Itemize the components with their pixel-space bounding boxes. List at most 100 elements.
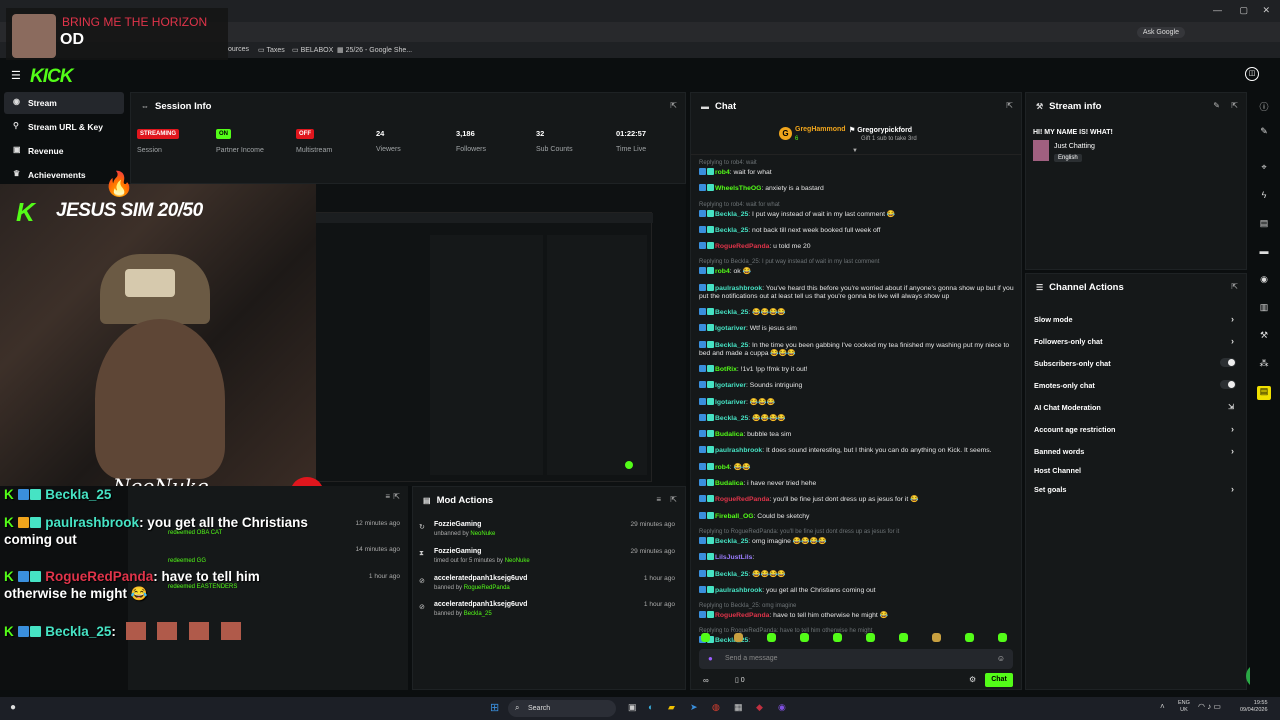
wifi-icon[interactable]: ◠ ♪ ▭ xyxy=(1198,702,1221,711)
chat-username[interactable]: Beckla_25 xyxy=(715,309,748,316)
action-set-goals[interactable]: Set goals › xyxy=(1034,484,1240,494)
folder-icon[interactable]: ▰ xyxy=(668,702,675,713)
emote-icon[interactable] xyxy=(965,633,974,642)
pencil-icon[interactable]: ✎ xyxy=(1257,126,1271,140)
chat-username[interactable]: Beckla_25 xyxy=(715,211,748,218)
menu-icon[interactable]: ☰ xyxy=(11,69,21,82)
chat-username[interactable]: Beckla_25 xyxy=(715,342,748,349)
chat-username[interactable]: WheelsTheOG xyxy=(715,185,761,192)
emote-icon[interactable] xyxy=(932,633,941,642)
chat-username[interactable]: Budalica xyxy=(715,431,743,438)
chat-username[interactable]: Beckla_25 xyxy=(715,415,748,422)
chat-username[interactable]: Igotariver xyxy=(715,399,746,406)
bookmark-item[interactable]: ▭ Taxes xyxy=(258,46,285,54)
chat-username[interactable]: BotRix xyxy=(715,366,737,373)
edit-icon[interactable]: ✎ xyxy=(1213,101,1220,110)
windows-start-icon[interactable]: ⊞ xyxy=(490,701,499,714)
chat-username[interactable]: rob4 xyxy=(715,169,730,176)
chevron-down-icon[interactable]: ▼ xyxy=(852,148,858,154)
chat-username[interactable]: RogueRedPanda xyxy=(715,243,769,250)
popout-icon[interactable]: ⇱ xyxy=(1231,101,1238,110)
subscribers-only-toggle[interactable] xyxy=(1220,358,1236,367)
action-host-channel[interactable]: Host Channel xyxy=(1034,466,1240,475)
chat-username[interactable]: Igotariver xyxy=(715,382,746,389)
chat-username[interactable]: rob4 xyxy=(715,268,730,275)
telegram-icon[interactable]: ➤ xyxy=(690,702,698,713)
bookmark-item[interactable]: ▭ BELABOX xyxy=(292,46,333,54)
sidebar-item-stream[interactable]: ◉ Stream xyxy=(4,92,124,114)
ask-google-button[interactable]: Ask Google xyxy=(1136,27,1185,38)
reply-context[interactable]: Replying to Beckla_25: I put way instead… xyxy=(699,258,1017,266)
chat-username[interactable]: Budalica xyxy=(715,480,743,487)
action-emotes-only[interactable]: Emotes-only chat xyxy=(1034,380,1240,390)
clock[interactable]: 19:55 09/04/2026 xyxy=(1240,700,1268,714)
chat-username[interactable]: Fireball_OG xyxy=(715,513,754,520)
edge-icon[interactable]: ◐ xyxy=(648,702,653,712)
emote-icon[interactable] xyxy=(734,633,743,642)
sidebar-item-revenue[interactable]: ▣ Revenue xyxy=(4,140,124,162)
chat-username[interactable]: paulrashbrook xyxy=(715,285,762,292)
chat-username[interactable]: Beckla_25 xyxy=(715,227,748,234)
chat-username[interactable]: Igotariver xyxy=(715,325,746,332)
bolt-icon[interactable]: ϟ xyxy=(1257,190,1271,204)
chat-username[interactable]: Beckla_25 xyxy=(715,571,748,578)
chat-username[interactable]: paulrashbrook xyxy=(715,587,762,594)
share-icon[interactable]: ⁂ xyxy=(1257,358,1271,372)
action-ai-moderation[interactable]: AI Chat Moderation ⇲ xyxy=(1034,403,1240,412)
chat-username[interactable]: paulrashbrook xyxy=(715,447,762,454)
emote-icon[interactable] xyxy=(767,633,776,642)
emoji-icon[interactable]: ☺ xyxy=(997,654,1005,663)
kick-logo[interactable]: KICK xyxy=(30,66,73,88)
document-icon[interactable]: ▤ xyxy=(1257,218,1271,232)
task-view-icon[interactable]: ▣ xyxy=(628,702,637,713)
action-followers-only[interactable]: Followers-only chat › xyxy=(1034,336,1240,346)
sidebar-item-stream-url[interactable]: ⚲ Stream URL & Key xyxy=(4,116,124,138)
info-icon[interactable]: ⓘ xyxy=(1257,100,1271,114)
chat-username[interactable]: Beckla_25 xyxy=(715,538,748,545)
chat-username[interactable]: LilsJustLils xyxy=(715,554,752,561)
reply-context[interactable]: Replying to rob4: wait for what xyxy=(699,201,1017,209)
emote-icon[interactable] xyxy=(899,633,908,642)
action-slow-mode[interactable]: Slow mode › xyxy=(1034,314,1240,324)
tray-chevron-icon[interactable]: ˄ xyxy=(1160,702,1165,711)
settings-icon[interactable]: ⚙ xyxy=(969,675,976,684)
emote-icon[interactable] xyxy=(800,633,809,642)
bookmark-item[interactable]: ▦ 25/26 - Google She... xyxy=(337,46,412,54)
reply-context[interactable]: Replying to rob4: wait xyxy=(699,159,1017,167)
popout-icon[interactable]: ⇱ xyxy=(670,495,677,504)
emotes-only-toggle[interactable] xyxy=(1220,380,1236,389)
action-subscribers-only[interactable]: Subscribers-only chat xyxy=(1034,358,1240,368)
points-icon[interactable]: ∞ xyxy=(703,676,709,685)
language-indicator[interactable]: ENG UK xyxy=(1178,700,1190,714)
action-account-age[interactable]: Account age restriction › xyxy=(1034,424,1240,434)
chat-username[interactable]: RogueRedPanda xyxy=(715,612,769,619)
bookmark-item[interactable]: ources xyxy=(228,46,249,53)
target-icon[interactable]: ⌖ xyxy=(1257,162,1271,176)
chat-send-button[interactable]: Chat xyxy=(985,673,1013,687)
filter-icon[interactable]: ≡ xyxy=(385,492,390,501)
emote-icon[interactable] xyxy=(833,633,842,642)
server-icon[interactable]: ▥ xyxy=(1257,302,1271,316)
emote-icon[interactable] xyxy=(866,633,875,642)
wrench-icon[interactable]: ⚒ xyxy=(1257,330,1271,344)
chat-icon[interactable]: ▬ xyxy=(1257,246,1271,260)
emote-icon[interactable] xyxy=(701,633,710,642)
chrome-icon[interactable]: ◍ xyxy=(712,702,720,713)
chat-username[interactable]: RogueRedPanda xyxy=(715,496,769,503)
close-icon[interactable]: ✕ xyxy=(1262,5,1270,16)
chat-input[interactable]: ● Send a message ☺ xyxy=(699,649,1013,669)
maximize-icon[interactable]: ▢ xyxy=(1239,5,1248,16)
popout-icon[interactable]: ⇱ xyxy=(393,492,400,501)
action-banned-words[interactable]: Banned words › xyxy=(1034,446,1240,456)
taskbar-search[interactable]: ⌕ Search xyxy=(508,700,616,717)
reply-context[interactable]: Replying to Beckla_25: omg imagine xyxy=(699,602,1017,610)
popout-icon[interactable]: ⇱ xyxy=(670,101,677,110)
mic-icon[interactable]: ● xyxy=(708,654,713,663)
notes-icon[interactable]: ▤ xyxy=(1257,386,1271,400)
chat-username[interactable]: rob4 xyxy=(715,464,730,471)
minimize-icon[interactable]: — xyxy=(1213,5,1222,15)
broadcast-icon[interactable]: ◉ xyxy=(1257,274,1271,288)
reply-context[interactable]: Replying to RogueRedPanda: you'll be fin… xyxy=(699,528,1017,536)
popout-icon[interactable]: ⇱ xyxy=(1231,282,1238,291)
calculator-icon[interactable]: ▦ xyxy=(734,702,743,713)
